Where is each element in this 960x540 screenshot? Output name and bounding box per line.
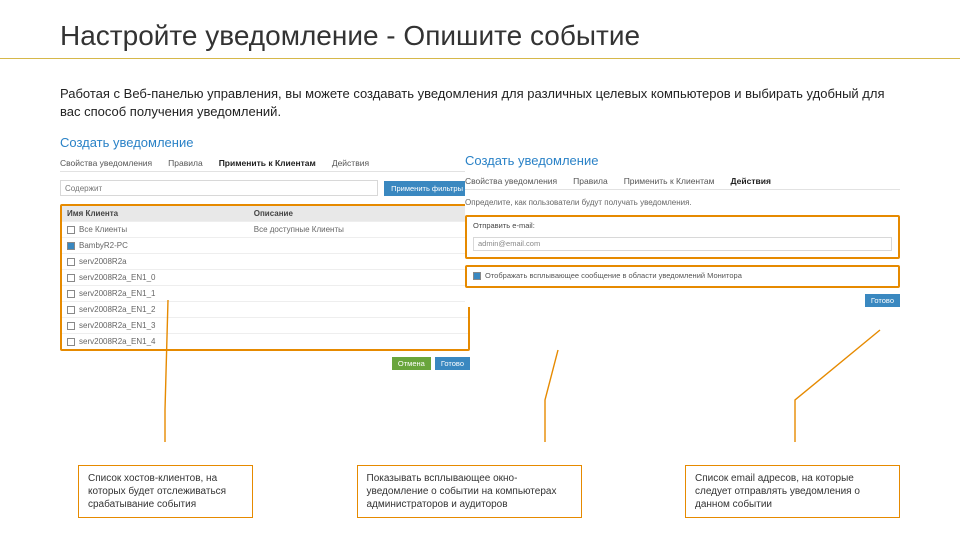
row-checkbox[interactable]	[67, 242, 75, 250]
row-name: BambyR2-PC	[79, 241, 128, 250]
clients-table: Имя Клиента Описание Все Клиенты Все дост…	[60, 204, 470, 351]
row-name: serv2008R2a_EN1_0	[79, 273, 156, 282]
row-desc	[249, 259, 468, 265]
row-checkbox[interactable]	[67, 338, 75, 346]
popup-checkbox[interactable]	[473, 272, 481, 280]
tab-actions-r[interactable]: Действия	[731, 176, 771, 186]
row-desc	[249, 339, 468, 345]
row-desc	[249, 323, 468, 329]
row-checkbox[interactable]	[67, 258, 75, 266]
table-row[interactable]: serv2008R2a_EN1_2	[62, 301, 468, 317]
table-row[interactable]: serv2008R2a_EN1_4	[62, 333, 468, 349]
row-name: Все Клиенты	[79, 225, 127, 234]
email-label: Отправить e-mail:	[473, 221, 892, 230]
row-name: serv2008R2a_EN1_2	[79, 305, 156, 314]
row-desc	[249, 243, 468, 249]
table-row[interactable]: Все Клиенты Все доступные Клиенты	[62, 221, 468, 237]
row-name: serv2008R2a_EN1_4	[79, 337, 156, 346]
tab-rules-r[interactable]: Правила	[573, 176, 608, 186]
row-checkbox[interactable]	[67, 322, 75, 330]
panel-heading-right: Создать уведомление	[465, 153, 900, 168]
email-input[interactable]	[473, 237, 892, 251]
row-name: serv2008R2a_EN1_1	[79, 289, 156, 298]
popup-label: Отображать всплывающее сообщение в облас…	[485, 271, 742, 280]
popup-card: Отображать всплывающее сообщение в облас…	[465, 265, 900, 288]
filter-input[interactable]	[60, 180, 378, 196]
panel-apply-to-clients: Создать уведомление Свойства уведомления…	[60, 135, 470, 370]
tab-apply-clients[interactable]: Применить к Клиентам	[219, 158, 316, 168]
email-card: Отправить e-mail:	[465, 215, 900, 259]
tab-rules[interactable]: Правила	[168, 158, 203, 168]
done-button-right[interactable]: Готово	[865, 294, 900, 307]
row-name: serv2008R2a_EN1_3	[79, 321, 156, 330]
row-desc	[249, 291, 468, 297]
col-description: Описание	[249, 206, 468, 221]
callout-email: Список email адресов, на которые следует…	[685, 465, 900, 518]
tab-properties-r[interactable]: Свойства уведомления	[465, 176, 557, 186]
panel-heading-left: Создать уведомление	[60, 135, 470, 150]
page-title: Настройте уведомление - Опишите событие	[60, 20, 900, 52]
col-client-name: Имя Клиента	[62, 206, 249, 221]
panel-actions: Создать уведомление Свойства уведомления…	[465, 153, 900, 307]
intro-text: Работая с Веб-панелью управления, вы мож…	[60, 85, 900, 121]
row-desc	[249, 307, 468, 313]
table-row[interactable]: serv2008R2a	[62, 253, 468, 269]
row-name: serv2008R2a	[79, 257, 127, 266]
cancel-button[interactable]: Отмена	[392, 357, 431, 370]
apply-filters-button[interactable]: Применить фильтры	[384, 181, 470, 196]
tab-apply-clients-r[interactable]: Применить к Клиентам	[624, 176, 715, 186]
callout-hosts: Список хостов-клиентов, на которых будет…	[78, 465, 253, 518]
tab-actions[interactable]: Действия	[332, 158, 369, 168]
tabs-right: Свойства уведомления Правила Применить к…	[465, 176, 900, 190]
row-desc: Все доступные Клиенты	[249, 222, 468, 237]
row-checkbox[interactable]	[67, 226, 75, 234]
title-underline	[0, 58, 960, 59]
callout-popup: Показывать всплывающее окно-уведомление …	[357, 465, 582, 518]
row-checkbox[interactable]	[67, 306, 75, 314]
tabs-left: Свойства уведомления Правила Применить к…	[60, 158, 470, 172]
row-desc	[249, 275, 468, 281]
table-row[interactable]: BambyR2-PC	[62, 237, 468, 253]
apply-button-left[interactable]: Готово	[435, 357, 470, 370]
table-row[interactable]: serv2008R2a_EN1_0	[62, 269, 468, 285]
actions-instruction: Определите, как пользователи будут получ…	[465, 198, 900, 207]
table-row[interactable]: serv2008R2a_EN1_1	[62, 285, 468, 301]
table-row[interactable]: serv2008R2a_EN1_3	[62, 317, 468, 333]
row-checkbox[interactable]	[67, 274, 75, 282]
tab-properties[interactable]: Свойства уведомления	[60, 158, 152, 168]
row-checkbox[interactable]	[67, 290, 75, 298]
